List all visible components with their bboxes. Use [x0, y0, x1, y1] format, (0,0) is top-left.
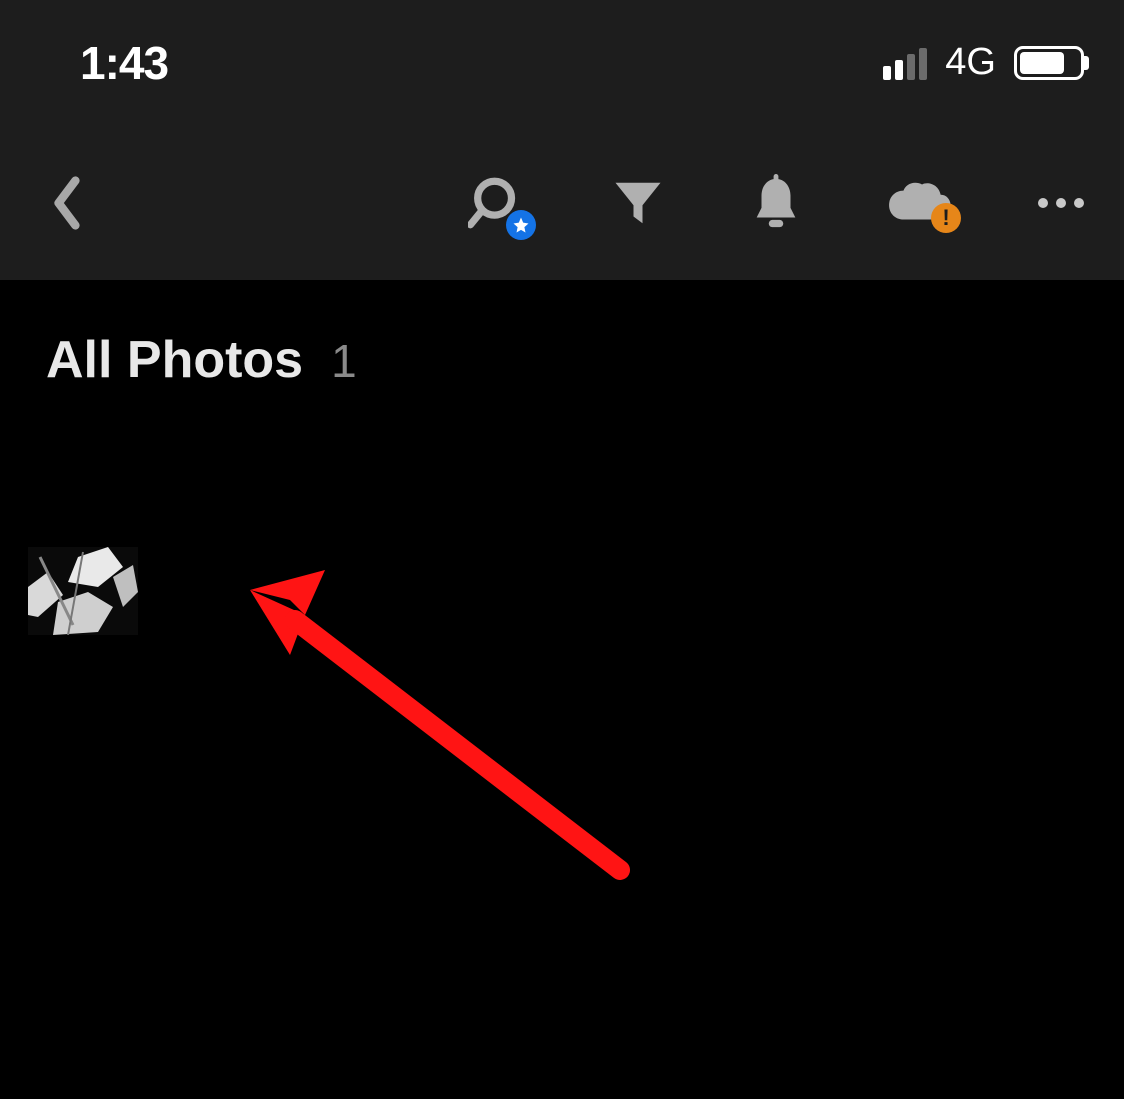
bell-icon	[750, 174, 802, 232]
star-badge-icon	[506, 210, 536, 240]
chevron-left-icon	[50, 175, 84, 231]
network-label: 4G	[945, 41, 996, 84]
signal-icon	[883, 46, 927, 80]
section-title: All Photos	[46, 330, 303, 390]
filter-button[interactable]	[611, 176, 665, 230]
status-right: 4G	[883, 41, 1084, 84]
section-count: 1	[331, 334, 357, 388]
toolbar-actions: !	[468, 174, 1084, 232]
photo-grid	[0, 390, 1124, 737]
toolbar: !	[0, 125, 1124, 280]
status-time: 1:43	[80, 36, 168, 90]
cloud-sync-button[interactable]: !	[887, 179, 953, 227]
photo-image	[28, 547, 138, 635]
more-button[interactable]	[1038, 198, 1084, 208]
section-header: All Photos 1	[0, 280, 1124, 390]
search-button[interactable]	[468, 174, 526, 232]
status-bar: 1:43 4G	[0, 0, 1124, 125]
back-button[interactable]	[50, 175, 84, 231]
photo-thumbnail[interactable]	[0, 445, 165, 737]
battery-icon	[1014, 46, 1084, 80]
notifications-button[interactable]	[750, 174, 802, 232]
ellipsis-icon	[1038, 198, 1084, 208]
warning-badge-icon: !	[931, 203, 961, 233]
funnel-icon	[611, 176, 665, 230]
